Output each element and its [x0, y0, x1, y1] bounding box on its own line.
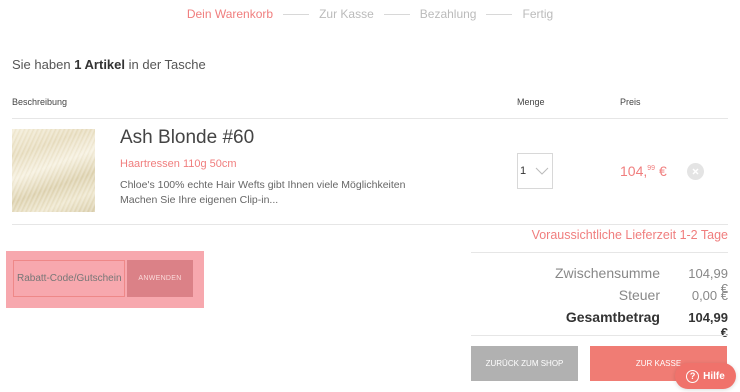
- checkout-steps: Dein Warenkorb Zur Kasse Bezahlung Ferti…: [0, 6, 740, 22]
- cart-count-text: Sie haben 1 Artikel in der Tasche: [12, 57, 206, 72]
- close-icon: [692, 168, 699, 175]
- remove-item-button[interactable]: [687, 163, 704, 180]
- chevron-down-icon: [535, 167, 549, 175]
- step-divider: [283, 13, 310, 15]
- column-header-price: Preis: [620, 97, 641, 107]
- summary-divider-bottom: [471, 335, 728, 336]
- summary-divider-top: [471, 252, 728, 253]
- back-to-shop-button[interactable]: ZURÜCK ZUM SHOP: [471, 346, 578, 381]
- tax-label: Steuer: [618, 287, 660, 303]
- item-price-main: 104,: [620, 163, 648, 179]
- item-price-currency: €: [658, 163, 667, 179]
- step-payment: Bezahlung: [419, 7, 477, 21]
- product-image[interactable]: [12, 129, 95, 212]
- help-button[interactable]: ? Hilfe: [675, 363, 736, 389]
- step-divider: [486, 13, 513, 15]
- column-header-quantity: Menge: [517, 97, 545, 107]
- item-price-cents: 99: [647, 165, 656, 172]
- step-checkout: Zur Kasse: [319, 7, 374, 21]
- cart-count-prefix: Sie haben: [12, 57, 71, 72]
- apply-coupon-button[interactable]: ANWENDEN: [127, 260, 193, 297]
- coupon-code-input[interactable]: [13, 260, 125, 297]
- cart-count-value: 1 Artikel: [74, 57, 126, 72]
- step-done: Fertig: [522, 7, 554, 21]
- total-label: Gesamtbetrag: [565, 309, 660, 325]
- delivery-estimate: Voraussichtliche Lieferzeit 1-2 Tage: [531, 228, 728, 242]
- quantity-value: 1: [520, 165, 527, 177]
- step-cart[interactable]: Dein Warenkorb: [187, 7, 273, 21]
- table-header-divider: [12, 118, 728, 119]
- product-variant: Haartressen 110g 50cm: [120, 158, 237, 170]
- question-icon: ?: [686, 369, 700, 383]
- cart-count-suffix: in der Tasche: [128, 57, 206, 72]
- tax-value: 0,00 €: [691, 288, 728, 303]
- step-divider: [383, 13, 410, 15]
- help-label: Hilfe: [703, 370, 725, 382]
- quantity-select[interactable]: 1: [517, 153, 553, 189]
- product-name[interactable]: Ash Blonde #60: [120, 127, 254, 149]
- subtotal-label: Zwischensumme: [554, 265, 660, 281]
- product-description: Chloe's 100% echte Hair Wefts gibt Ihnen…: [120, 179, 406, 206]
- column-header-description: Beschreibung: [12, 97, 68, 107]
- tax-row: Steuer 0,00 €: [619, 287, 728, 303]
- item-divider: [12, 224, 728, 225]
- item-price: 104,99 €: [620, 163, 667, 179]
